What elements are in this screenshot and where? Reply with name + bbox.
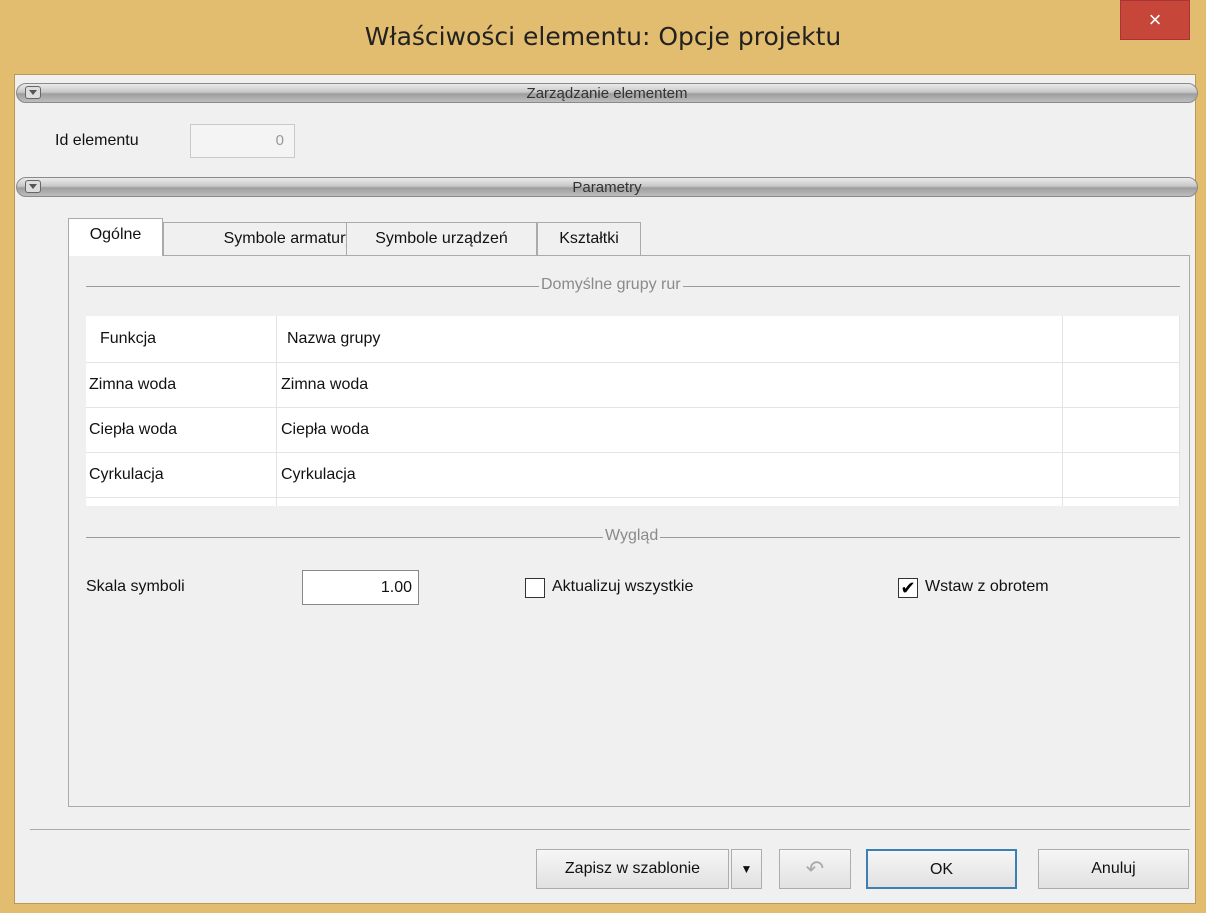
window-title: Właściwości elementu: Opcje projektu [364, 22, 842, 51]
save-template-button[interactable]: Zapisz w szablonie [536, 849, 729, 889]
undo-button[interactable]: ↶ [779, 849, 851, 889]
table-row[interactable]: Cyrkulacja Cyrkulacja [86, 452, 1180, 498]
insert-rotation-checkbox[interactable]: ✔ [898, 578, 918, 598]
tab-device-symbols[interactable]: Symbole urządzeń [346, 222, 537, 255]
save-template-dropdown-button[interactable]: ▼ [731, 849, 762, 889]
symbol-scale-label: Skala symboli [86, 578, 185, 595]
pipe-groups-title: Domyślne grupy rur [539, 276, 683, 294]
table-row[interactable]: Ciepła woda Ciepła woda [86, 407, 1180, 453]
cell-empty [276, 497, 1063, 506]
cell-empty [86, 497, 277, 506]
column-header-empty [1062, 316, 1180, 363]
tab-general[interactable]: Ogólne [68, 218, 163, 256]
table-row-empty[interactable] [86, 497, 1180, 506]
element-id-field: 0 [190, 124, 295, 158]
dialog-window: Właściwości elementu: Opcje projektu × Z… [0, 0, 1206, 913]
insert-rotation-label[interactable]: Wstaw z obrotem [925, 578, 1049, 596]
cell-empty [1062, 407, 1180, 453]
column-header-function[interactable]: Funkcja [86, 316, 277, 363]
update-all-label[interactable]: Aktualizuj wszystkie [552, 578, 693, 596]
cell-function[interactable]: Cyrkulacja [86, 452, 277, 498]
tab-fittings[interactable]: Kształtki [537, 222, 641, 255]
appearance-title: Wygląd [603, 527, 661, 545]
close-button[interactable]: × [1120, 0, 1190, 40]
column-header-group[interactable]: Nazwa grupy [276, 316, 1063, 363]
ok-button[interactable]: OK [866, 849, 1017, 889]
element-id-label: Id elementu [55, 132, 139, 149]
table-header-row: Funkcja Nazwa grupy [86, 316, 1180, 363]
cell-group[interactable]: Ciepła woda [276, 407, 1063, 453]
update-all-checkbox[interactable] [525, 578, 545, 598]
close-icon: × [1148, 7, 1162, 32]
cell-function[interactable]: Ciepła woda [86, 407, 277, 453]
section-management-label: Zarządzanie elementem [526, 85, 688, 102]
symbol-scale-input[interactable]: 1.00 [302, 570, 419, 605]
bottom-divider [30, 829, 1190, 830]
cancel-button[interactable]: Anuluj [1038, 849, 1189, 889]
section-parameters-header[interactable]: Parametry [16, 177, 1198, 197]
title-bar[interactable]: Właściwości elementu: Opcje projektu × [0, 0, 1206, 74]
cell-function[interactable]: Zimna woda [86, 362, 277, 408]
cell-group[interactable]: Zimna woda [276, 362, 1063, 408]
pipe-groups-table: Funkcja Nazwa grupy Zimna woda Zimna wod… [86, 316, 1180, 506]
cell-empty [1062, 362, 1180, 408]
chevron-down-icon: ▼ [740, 862, 753, 876]
check-icon: ✔ [900, 578, 916, 598]
undo-icon: ↶ [805, 856, 825, 881]
cell-empty [1062, 497, 1180, 506]
table-row[interactable]: Zimna woda Zimna woda [86, 362, 1180, 408]
cell-empty [1062, 452, 1180, 498]
cell-group[interactable]: Cyrkulacja [276, 452, 1063, 498]
section-parameters-label: Parametry [572, 179, 642, 196]
section-management-header[interactable]: Zarządzanie elementem [16, 83, 1198, 103]
